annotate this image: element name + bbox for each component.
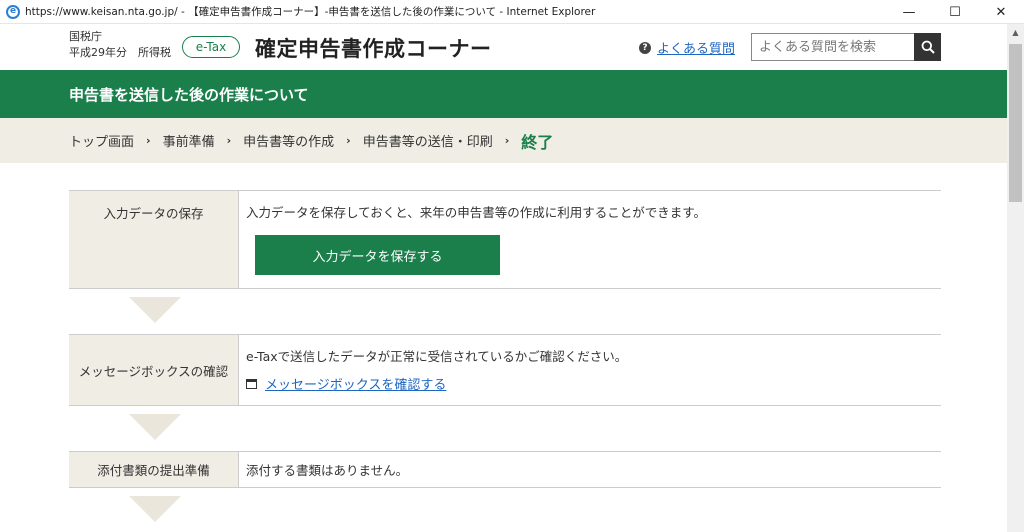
page: 国税庁 平成29年分 所得税 e-Tax 確定申告書作成コーナー ? よくある質… (0, 24, 1007, 532)
chevron-right-icon: › (226, 134, 232, 147)
step-arrow (69, 406, 941, 451)
etax-badge: e-Tax (182, 36, 240, 58)
step-label: 添付書類の提出準備 (69, 452, 239, 487)
tax-year: 平成29年分 所得税 (69, 46, 171, 59)
question-icon: ? (639, 41, 651, 54)
step-description: 添付する書類はありません。 (246, 463, 409, 478)
search-input[interactable] (751, 33, 914, 61)
arrow-down-icon (129, 297, 181, 323)
site-title[interactable]: 確定申告書作成コーナー (255, 33, 492, 63)
steps-list: 入力データの保存 入力データを保存しておくと、来年の申告書等の作成に利用すること… (69, 190, 941, 528)
save-input-data-button[interactable]: 入力データを保存する (255, 235, 500, 275)
page-banner: 申告書を送信した後の作業について (0, 70, 1007, 118)
step-arrow (69, 289, 941, 334)
maximize-button[interactable]: ☐ (932, 0, 978, 24)
window-title: https://www.keisan.nta.go.jp/ - 【確定申告書作成… (25, 6, 596, 18)
step-description: 入力データを保存しておくと、来年の申告書等の作成に利用することができます。 (246, 205, 707, 220)
step-body: 添付する書類はありません。 (239, 452, 941, 487)
chevron-right-icon: › (146, 134, 151, 147)
faq-search (751, 33, 941, 61)
chevron-right-icon: › (504, 134, 510, 147)
page-title: 申告書を送信した後の作業について (69, 85, 309, 104)
breadcrumb-top: トップ画面 (69, 135, 135, 150)
step-body: e-Taxで送信したデータが正常に受信されているかご確認ください。 メッセージボ… (239, 335, 941, 405)
breadcrumb-current: 終了 (521, 132, 554, 152)
step-label: メッセージボックスの確認 (69, 335, 239, 405)
breadcrumb-send-print: 申告書等の送信・印刷 (362, 135, 493, 150)
minimize-button[interactable]: — (886, 0, 932, 24)
site-header: 国税庁 平成29年分 所得税 e-Tax 確定申告書作成コーナー ? よくある質… (0, 24, 1007, 70)
step-save-data: 入力データの保存 入力データを保存しておくと、来年の申告書等の作成に利用すること… (69, 190, 941, 289)
message-box-link-text[interactable]: メッセージボックスを確認する (265, 374, 446, 393)
scroll-thumb[interactable] (1009, 44, 1022, 202)
window-titlebar: e https://www.keisan.nta.go.jp/ - 【確定申告書… (0, 0, 1024, 24)
step-message-box: メッセージボックスの確認 e-Taxで送信したデータが正常に受信されているかご確… (69, 334, 941, 406)
breadcrumb-creation: 申告書等の作成 (243, 135, 335, 150)
scroll-up-arrow-icon[interactable]: ▲ (1007, 24, 1024, 41)
close-button[interactable]: ✕ (978, 0, 1024, 24)
faq-link[interactable]: ? よくある質問 (639, 38, 735, 57)
agency-info: 国税庁 平成29年分 所得税 (69, 29, 171, 61)
step-arrow (69, 488, 941, 528)
arrow-down-icon (129, 414, 181, 440)
agency-name: 国税庁 (69, 30, 102, 43)
faq-link-text[interactable]: よくある質問 (657, 38, 735, 57)
step-label: 入力データの保存 (69, 191, 239, 288)
window-controls: — ☐ ✕ (886, 0, 1024, 24)
breadcrumb-preparation: 事前準備 (162, 135, 215, 150)
step-attachments: 添付書類の提出準備 添付する書類はありません。 (69, 451, 941, 488)
vertical-scrollbar[interactable]: ▲ (1007, 24, 1024, 532)
ie-logo-icon: e (6, 4, 20, 19)
message-box-link[interactable]: メッセージボックスを確認する (246, 374, 941, 393)
new-window-icon (246, 378, 257, 389)
search-icon (921, 40, 935, 54)
search-button[interactable] (914, 33, 941, 61)
step-description: e-Taxで送信したデータが正常に受信されているかご確認ください。 (246, 349, 628, 364)
chevron-right-icon: › (346, 134, 351, 147)
arrow-down-icon (129, 496, 181, 522)
breadcrumb: トップ画面 › 事前準備 › 申告書等の作成 › 申告書等の送信・印刷 › 終了 (0, 118, 1007, 163)
step-body: 入力データを保存しておくと、来年の申告書等の作成に利用することができます。 入力… (239, 191, 941, 288)
